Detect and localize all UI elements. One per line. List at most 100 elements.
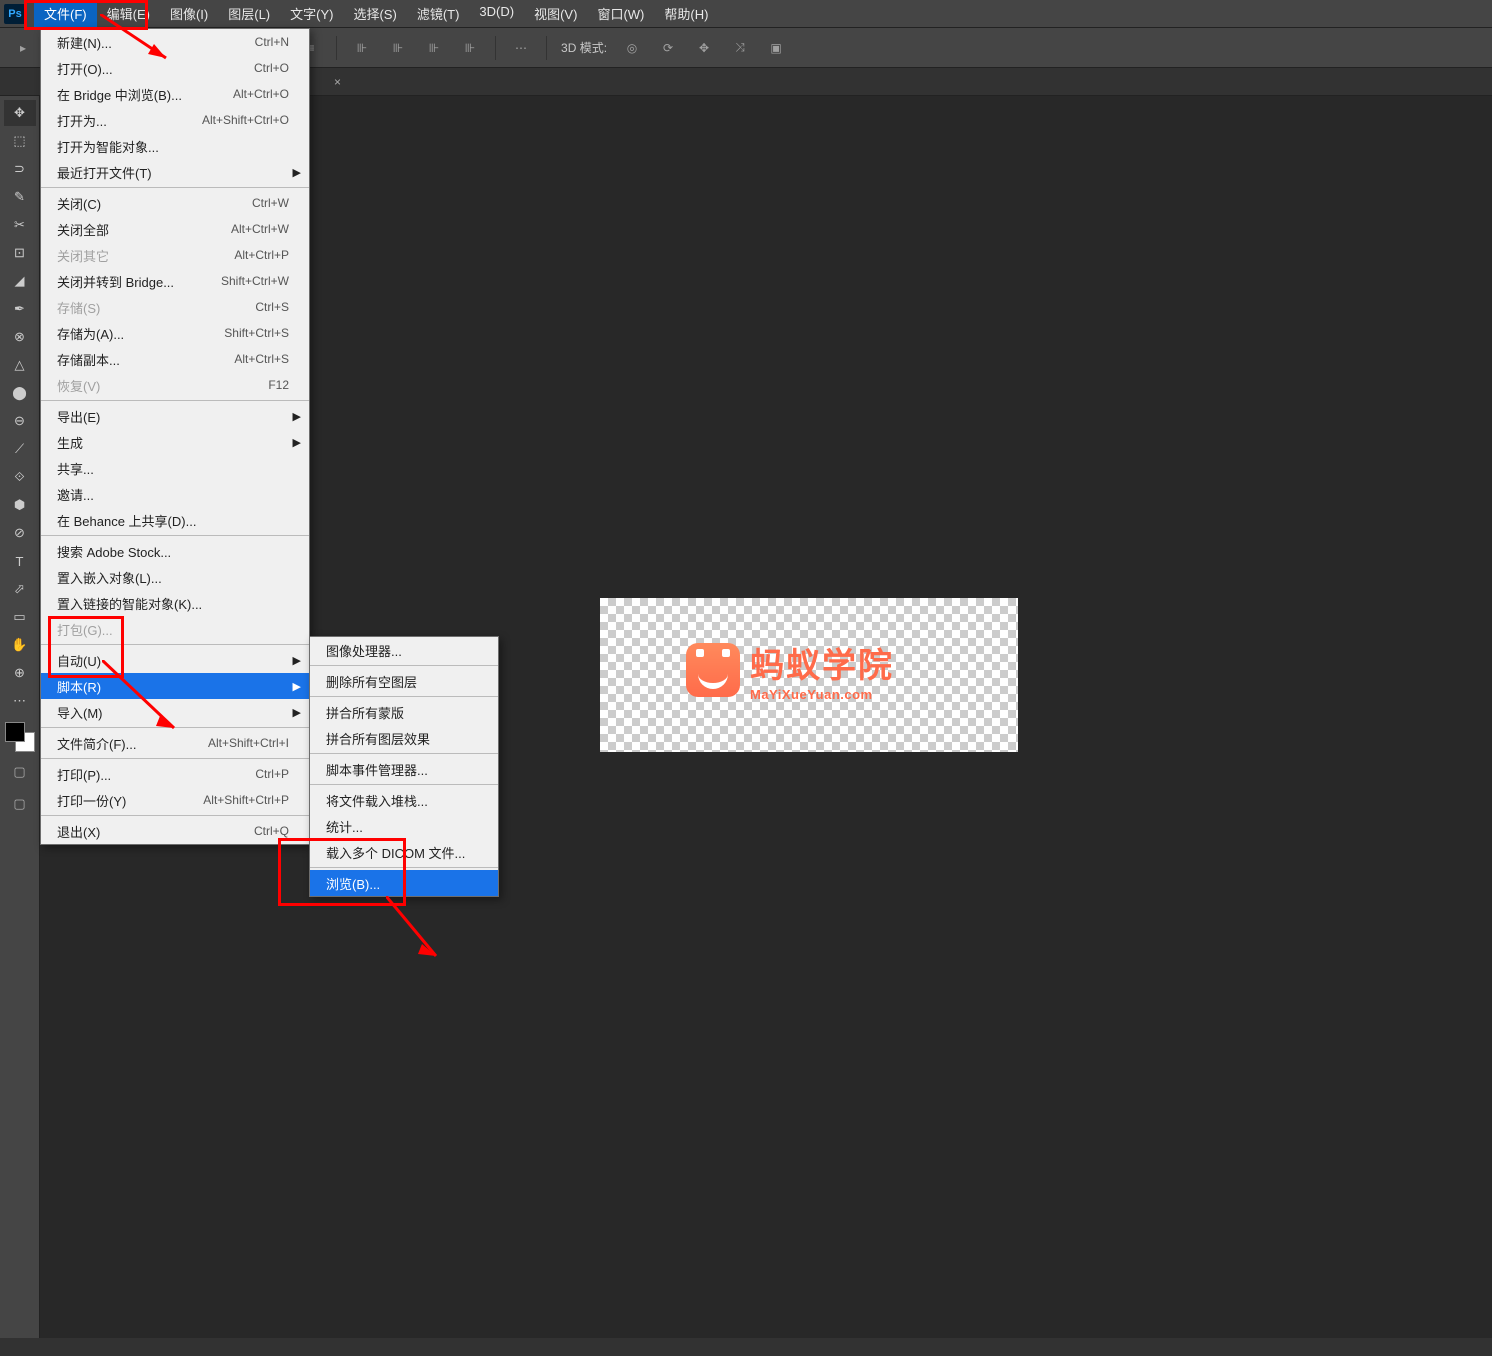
script-menu-item-4[interactable]: 拼合所有蒙版 [310, 699, 498, 725]
3d-rotate-icon[interactable]: ⟳ [657, 37, 679, 59]
tool-5[interactable]: ⊡ [4, 240, 36, 266]
color-swatches[interactable] [5, 722, 35, 752]
file-menu-item-1[interactable]: 打开(O)...Ctrl+O [41, 55, 309, 81]
screen-mode-icon[interactable]: ▢ [6, 792, 34, 816]
tool-6[interactable]: ◢ [4, 268, 36, 294]
menu-0[interactable]: 文件(F) [34, 0, 97, 27]
tool-20[interactable]: ⊕ [4, 660, 36, 686]
menu-3[interactable]: 图层(L) [218, 0, 280, 27]
file-menu-item-8[interactable]: 关闭全部Alt+Ctrl+W [41, 216, 309, 242]
file-menu-item-31[interactable]: 文件简介(F)...Alt+Shift+Ctrl+I [41, 730, 309, 756]
script-menu-item-7[interactable]: 脚本事件管理器... [310, 756, 498, 782]
file-menu-item-3[interactable]: 打开为...Alt+Shift+Ctrl+O [41, 107, 309, 133]
tool-19[interactable]: ✋ [4, 632, 36, 658]
menu-shortcut: Alt+Shift+Ctrl+P [203, 793, 289, 807]
tool-9[interactable]: △ [4, 352, 36, 378]
tool-2[interactable]: ⊃ [4, 156, 36, 182]
menu-separator [310, 665, 498, 666]
file-menu-item-5[interactable]: 最近打开文件(T)▶ [41, 159, 309, 185]
script-menu-item-0[interactable]: 图像处理器... [310, 637, 498, 663]
tool-7[interactable]: ✒ [4, 296, 36, 322]
menu-item-label: 存储为(A)... [57, 324, 224, 343]
menu-shortcut: Alt+Ctrl+S [234, 352, 289, 366]
menu-separator [41, 727, 309, 728]
menu-2[interactable]: 图像(I) [160, 0, 218, 27]
script-menu-item-13[interactable]: 浏览(B)... [310, 870, 498, 896]
file-menu-item-4[interactable]: 打开为智能对象... [41, 133, 309, 159]
menu-item-label: 打包(G)... [57, 620, 289, 639]
file-menu-item-28[interactable]: 脚本(R)▶ [41, 673, 309, 699]
menu-item-label: 脚本事件管理器... [326, 760, 478, 779]
file-menu-item-2[interactable]: 在 Bridge 中浏览(B)...Alt+Ctrl+O [41, 81, 309, 107]
tool-13[interactable]: ⟐ [4, 464, 36, 490]
script-menu-item-2[interactable]: 删除所有空图层 [310, 668, 498, 694]
tool-10[interactable]: ⬤ [4, 380, 36, 406]
file-menu-item-22[interactable]: 搜索 Adobe Stock... [41, 538, 309, 564]
file-menu-item-7[interactable]: 关闭(C)Ctrl+W [41, 190, 309, 216]
tool-1[interactable]: ⬚ [4, 128, 36, 154]
file-menu-item-16[interactable]: 导出(E)▶ [41, 403, 309, 429]
tool-preset-icon[interactable]: ▸ [12, 37, 34, 59]
file-menu-item-19[interactable]: 邀请... [41, 481, 309, 507]
file-menu-item-0[interactable]: 新建(N)...Ctrl+N [41, 29, 309, 55]
file-menu-item-12[interactable]: 存储为(A)...Shift+Ctrl+S [41, 320, 309, 346]
file-menu-item-33[interactable]: 打印(P)...Ctrl+P [41, 761, 309, 787]
file-menu-item-20[interactable]: 在 Behance 上共享(D)... [41, 507, 309, 533]
3d-slide-icon[interactable]: ⤨ [729, 37, 751, 59]
script-menu-item-11[interactable]: 载入多个 DICOM 文件... [310, 839, 498, 865]
menu-separator [41, 815, 309, 816]
distribute-icon-4[interactable]: ⊪ [459, 37, 481, 59]
3d-camera-icon[interactable]: ▣ [765, 37, 787, 59]
document-canvas[interactable]: 蚂蚁学院 MaYiXueYuan.com [600, 598, 1018, 752]
tool-14[interactable]: ⬢ [4, 492, 36, 518]
menu-1[interactable]: 编辑(E) [97, 0, 160, 27]
tool-0[interactable]: ✥ [4, 100, 36, 126]
tool-17[interactable]: ⬀ [4, 576, 36, 602]
file-menu-item-17[interactable]: 生成▶ [41, 429, 309, 455]
tool-3[interactable]: ✎ [4, 184, 36, 210]
more-icon[interactable]: ⋯ [510, 37, 532, 59]
tool-8[interactable]: ⊗ [4, 324, 36, 350]
script-menu-item-9[interactable]: 将文件载入堆栈... [310, 787, 498, 813]
menu-separator [41, 535, 309, 536]
tool-11[interactable]: ⊖ [4, 408, 36, 434]
menu-5[interactable]: 选择(S) [343, 0, 406, 27]
separator [495, 36, 496, 60]
menu-10[interactable]: 帮助(H) [654, 0, 718, 27]
script-menu-item-10[interactable]: 统计... [310, 813, 498, 839]
quick-mask-icon[interactable]: ▢ [6, 760, 34, 784]
submenu-arrow-icon: ▶ [293, 436, 301, 449]
distribute-icon-3[interactable]: ⊪ [423, 37, 445, 59]
menu-6[interactable]: 滤镜(T) [407, 0, 470, 27]
menu-item-label: 置入嵌入对象(L)... [57, 568, 289, 587]
file-menu-item-36[interactable]: 退出(X)Ctrl+Q [41, 818, 309, 844]
document-tab[interactable]: × [318, 68, 349, 96]
tool-12[interactable]: ⟋ [4, 436, 36, 462]
tool-21[interactable]: ⋯ [4, 688, 36, 714]
file-menu-item-10[interactable]: 关闭并转到 Bridge...Shift+Ctrl+W [41, 268, 309, 294]
3d-orbit-icon[interactable]: ◎ [621, 37, 643, 59]
menu-4[interactable]: 文字(Y) [280, 0, 343, 27]
distribute-icon-1[interactable]: ⊪ [351, 37, 373, 59]
distribute-icon-2[interactable]: ⊪ [387, 37, 409, 59]
menu-9[interactable]: 窗口(W) [587, 0, 654, 27]
3d-pan-icon[interactable]: ✥ [693, 37, 715, 59]
file-menu-item-13[interactable]: 存储副本...Alt+Ctrl+S [41, 346, 309, 372]
file-menu-item-24[interactable]: 置入链接的智能对象(K)... [41, 590, 309, 616]
file-menu-item-18[interactable]: 共享... [41, 455, 309, 481]
menu-7[interactable]: 3D(D) [469, 0, 524, 27]
file-menu-item-34[interactable]: 打印一份(Y)Alt+Shift+Ctrl+P [41, 787, 309, 813]
file-menu-item-29[interactable]: 导入(M)▶ [41, 699, 309, 725]
file-menu-item-23[interactable]: 置入嵌入对象(L)... [41, 564, 309, 590]
file-menu-item-14: 恢复(V)F12 [41, 372, 309, 398]
menu-separator [310, 696, 498, 697]
file-menu-item-27[interactable]: 自动(U)▶ [41, 647, 309, 673]
tool-16[interactable]: T [4, 548, 36, 574]
menu-item-label: 图像处理器... [326, 641, 478, 660]
menu-8[interactable]: 视图(V) [524, 0, 587, 27]
script-menu-item-5[interactable]: 拼合所有图层效果 [310, 725, 498, 751]
tool-15[interactable]: ⊘ [4, 520, 36, 546]
tool-4[interactable]: ✂ [4, 212, 36, 238]
close-icon[interactable]: × [334, 75, 341, 89]
tool-18[interactable]: ▭ [4, 604, 36, 630]
